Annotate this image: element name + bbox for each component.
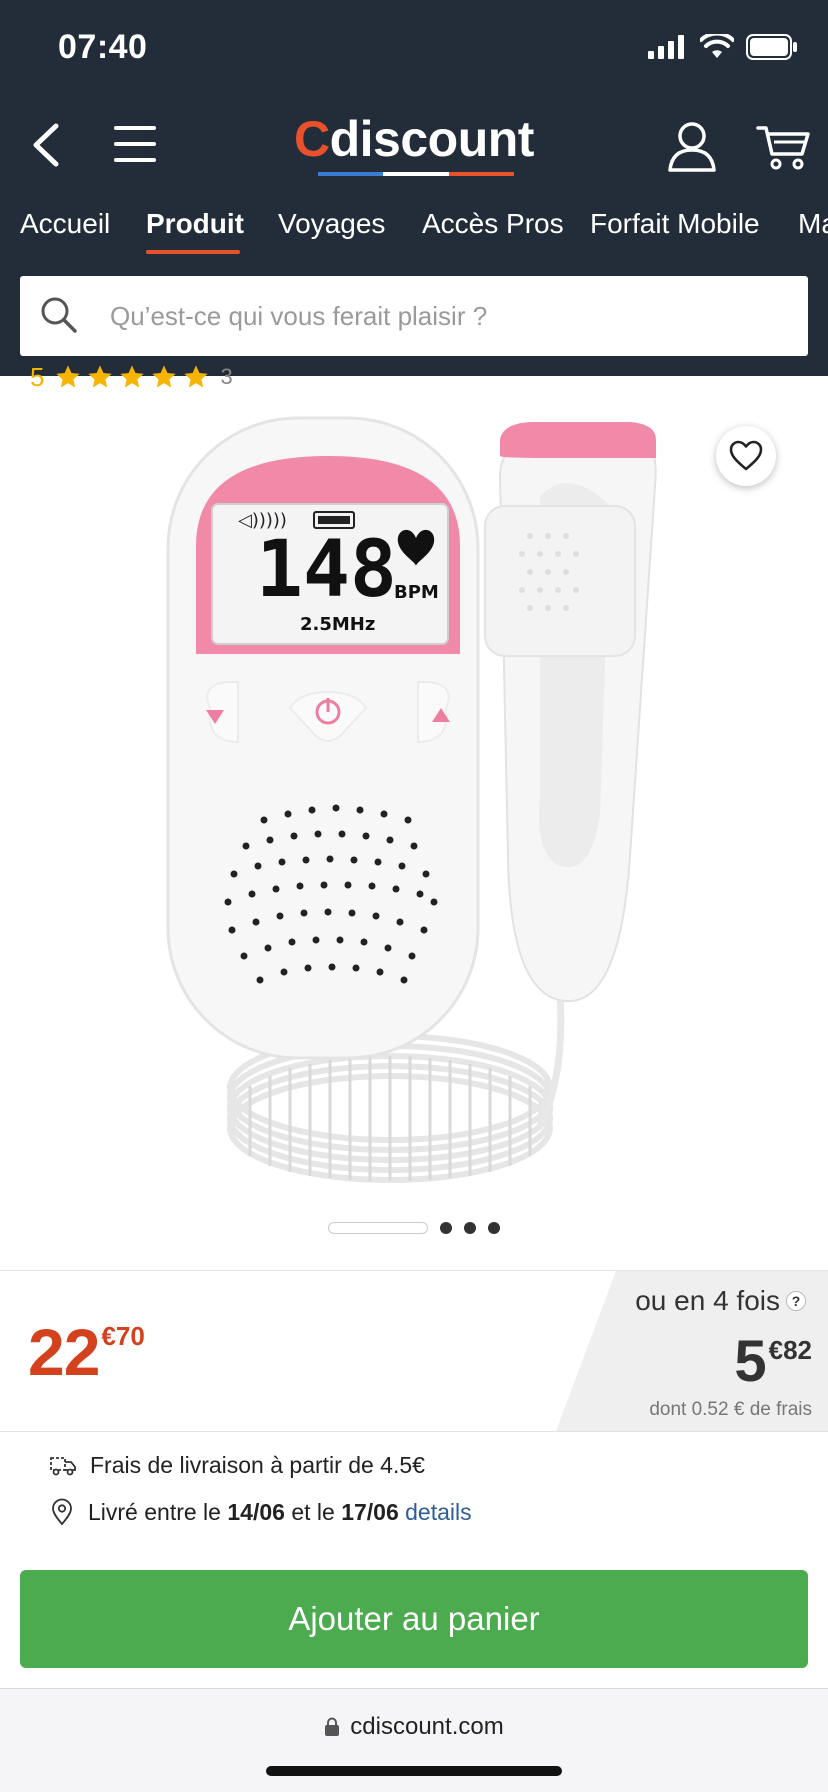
url-text: cdiscount.com bbox=[350, 1713, 504, 1740]
price: 22 €70 bbox=[28, 1319, 145, 1385]
help-icon[interactable]: ? bbox=[786, 1291, 806, 1311]
rating-count: 3 bbox=[220, 364, 233, 389]
lock-icon bbox=[325, 1717, 340, 1736]
carousel-dots[interactable] bbox=[328, 1222, 500, 1234]
tab-voyages[interactable]: Voyages bbox=[278, 208, 385, 240]
delivery-fee-text: Frais de livraison à partir de 4.5€ bbox=[90, 1452, 425, 1478]
cdiscount-logo[interactable]: Cdiscount bbox=[294, 110, 534, 180]
back-arrow-icon[interactable] bbox=[24, 120, 74, 170]
delivery-truck-icon bbox=[50, 1456, 76, 1475]
carousel-dot[interactable] bbox=[440, 1222, 452, 1234]
rating-row[interactable]: 5 3 bbox=[30, 362, 233, 392]
star-icon bbox=[152, 365, 177, 388]
search-bar[interactable] bbox=[20, 276, 808, 356]
star-icon bbox=[56, 365, 81, 388]
tab-accueil[interactable]: Accueil bbox=[20, 208, 110, 240]
url-bar[interactable]: cdiscount.com bbox=[0, 1713, 828, 1741]
app-header: Cdiscount Accueil Produit Voyages Accès … bbox=[0, 96, 828, 376]
details-link[interactable]: details bbox=[405, 1499, 471, 1525]
installment-integer: 5 bbox=[734, 1329, 767, 1394]
price-integer: 22 bbox=[28, 1315, 100, 1389]
hamburger-menu-icon[interactable] bbox=[112, 122, 158, 166]
installment-cents: €82 bbox=[768, 1335, 812, 1365]
delivery-date-mid: et le bbox=[291, 1498, 335, 1525]
lcd-frequency: 2.5MHz bbox=[300, 614, 375, 635]
tab-produit[interactable]: Produit bbox=[146, 208, 244, 240]
active-tab-indicator bbox=[146, 250, 240, 254]
installment-label-row: ou en 4 fois ? bbox=[635, 1285, 806, 1317]
lcd-unit: BPM bbox=[394, 582, 439, 603]
tab-acces-pros[interactable]: Accès Pros bbox=[422, 208, 564, 240]
delivery-fee-row: Frais de livraison à partir de 4.5€ bbox=[50, 1452, 425, 1479]
probe bbox=[484, 422, 657, 1003]
battery-icon bbox=[746, 34, 797, 60]
carousel-dot[interactable] bbox=[488, 1222, 500, 1234]
wifi-icon bbox=[700, 34, 734, 58]
delivery-date-from: 14/06 bbox=[227, 1498, 285, 1525]
installment-fees: dont 0.52 € de frais bbox=[649, 1399, 812, 1420]
star-icon bbox=[184, 365, 209, 388]
delivery-info: Frais de livraison à partir de 4.5€ Livr… bbox=[0, 1432, 828, 1552]
status-icons bbox=[648, 34, 798, 60]
star-icon bbox=[120, 365, 145, 388]
delivery-date-prefix: Livré entre le bbox=[88, 1498, 221, 1525]
status-bar: 07:40 bbox=[0, 0, 828, 96]
tab-forfait-mobile[interactable]: Forfait Mobile bbox=[590, 208, 760, 240]
favorite-button[interactable] bbox=[716, 426, 776, 486]
delivery-date-row: Livré entre le 14/06 et le 17/06 details bbox=[50, 1498, 472, 1526]
installment-panel[interactable]: ou en 4 fois ? 5 €82 dont 0.52 € de frai… bbox=[556, 1271, 828, 1431]
user-account-icon[interactable] bbox=[666, 120, 718, 172]
location-pin-icon bbox=[52, 1498, 72, 1526]
logo-c: C bbox=[294, 111, 330, 167]
shopping-cart-icon[interactable] bbox=[756, 122, 810, 172]
add-to-cart-button[interactable]: Ajouter au panier bbox=[20, 1570, 808, 1668]
carousel-dot-active[interactable] bbox=[328, 1222, 428, 1234]
installment-price: 5 €82 bbox=[734, 1333, 812, 1391]
status-time: 07:40 bbox=[58, 28, 148, 66]
home-indicator[interactable] bbox=[266, 1766, 562, 1776]
browser-bar: cdiscount.com bbox=[0, 1688, 828, 1792]
heart-icon bbox=[729, 440, 763, 471]
nav-tabs: Accueil Produit Voyages Accès Pros Forfa… bbox=[0, 200, 828, 260]
price-cents: €70 bbox=[101, 1321, 145, 1351]
tab-more[interactable]: Ma bbox=[798, 208, 828, 240]
search-input[interactable] bbox=[110, 276, 790, 356]
delivery-date-to: 17/06 bbox=[341, 1498, 399, 1525]
product-image[interactable]: ◁))))) 148 BPM 2.5MHz bbox=[0, 396, 828, 1226]
star-icon bbox=[88, 365, 113, 388]
lcd-reading: 148 bbox=[256, 525, 397, 615]
price-block: 22 €70 ou en 4 fois ? 5 €82 dont 0.52 € … bbox=[0, 1271, 828, 1431]
search-icon bbox=[41, 297, 77, 333]
logo-rest: discount bbox=[329, 111, 535, 167]
logo-underline bbox=[318, 172, 514, 176]
rating-score: 5 bbox=[30, 361, 45, 392]
installment-label: ou en 4 fois bbox=[635, 1285, 780, 1316]
carousel-dot[interactable] bbox=[464, 1222, 476, 1234]
cellular-signal-icon bbox=[648, 35, 684, 59]
